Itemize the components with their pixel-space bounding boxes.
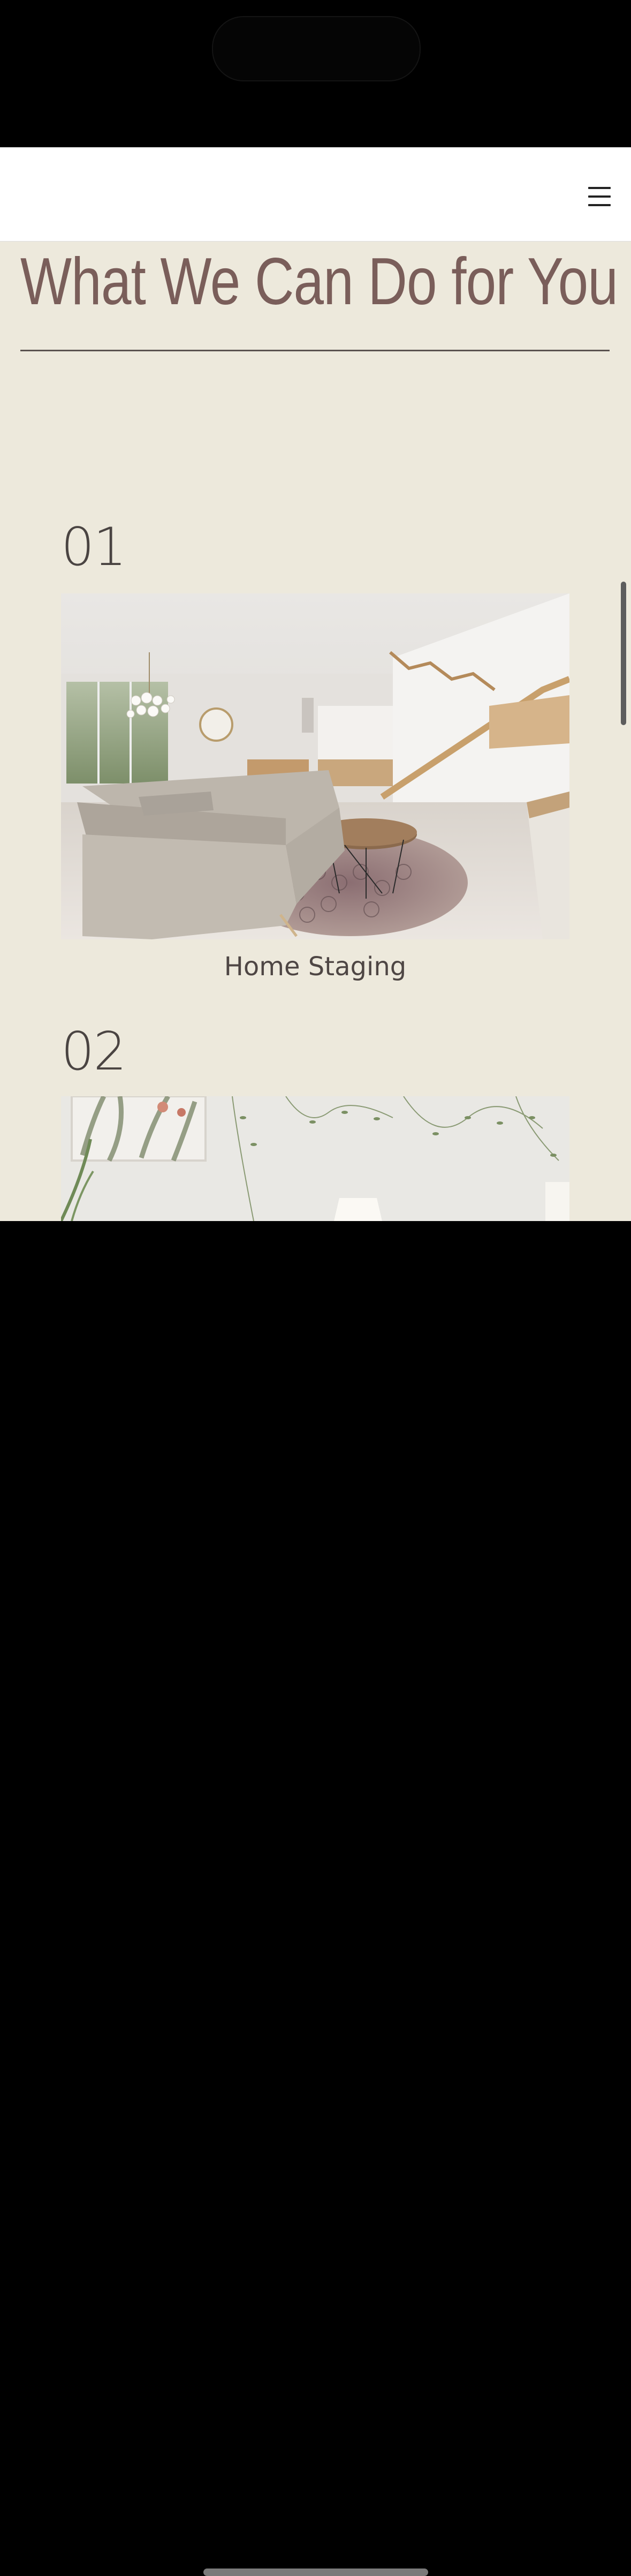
bottom-bar	[0, 1221, 631, 2576]
section-title: What We Can Do for You	[20, 245, 618, 319]
wall-decor-photo	[61, 1096, 569, 1221]
living-room-photo	[61, 593, 569, 939]
status-bar-area	[0, 0, 631, 147]
site-header	[0, 147, 631, 242]
hamburger-menu-icon[interactable]	[587, 185, 612, 208]
web-page[interactable]: What We Can Do for You 01 Home Staging 0…	[0, 147, 631, 1221]
service-caption: Home Staging	[224, 952, 407, 982]
scrollbar[interactable]	[621, 582, 626, 725]
divider	[20, 350, 610, 351]
dynamic-island	[212, 16, 421, 81]
service-number: 01	[61, 517, 127, 578]
home-indicator[interactable]	[203, 2569, 428, 2576]
service-number: 02	[61, 1021, 127, 1082]
